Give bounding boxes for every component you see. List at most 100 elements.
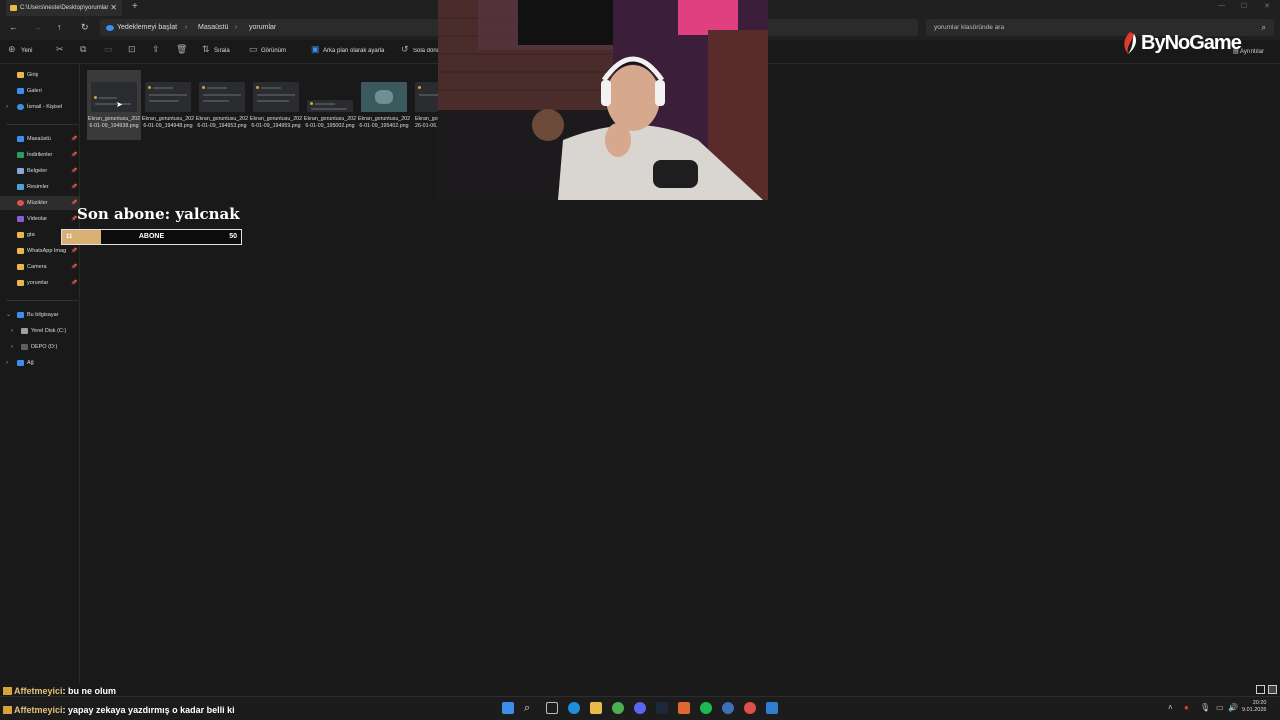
chevron-right-icon[interactable]: › <box>11 324 13 338</box>
cut-icon[interactable]: ✂ <box>56 44 64 55</box>
sidebar-item-documents[interactable]: Belgeler 📌 <box>0 164 80 178</box>
back-button[interactable]: ← <box>9 22 18 32</box>
details-view-button[interactable] <box>1256 685 1265 694</box>
paste-icon[interactable]: ▭ <box>104 44 113 55</box>
sidebar-item-camera[interactable]: Camera 📌 <box>0 260 80 274</box>
chat-badge-icon <box>3 687 12 695</box>
desktop-icon <box>17 136 24 142</box>
sidebar-item-network[interactable]: › Ağ <box>0 356 80 370</box>
sort-button[interactable]: Sırala <box>214 48 230 54</box>
up-button[interactable]: ↑ <box>57 22 62 32</box>
file-name: Ekran_goruntusu_2026-01-09_194948.png <box>141 116 195 129</box>
drive-icon <box>21 344 28 350</box>
rotate-left-button[interactable]: Sola döndür <box>413 48 438 54</box>
tray-volume-icon[interactable]: 🔊 <box>1228 703 1238 712</box>
file-item[interactable]: Ekran_goruntusu_2026-01-09_194959.png <box>249 70 303 140</box>
spotify-icon[interactable] <box>700 702 712 714</box>
task-view-icon[interactable] <box>546 702 558 714</box>
chat-message: Affetmeyici: yapay zekaya yazdırmış o ka… <box>3 705 235 715</box>
sidebar-item-whatsapp[interactable]: WhatsApp Imag 📌 <box>0 244 80 258</box>
new-button[interactable]: Yeni <box>21 48 32 54</box>
folder-icon <box>17 248 24 254</box>
sidebar-item-music[interactable]: Müzikler 📌 <box>0 196 80 210</box>
start-button-icon[interactable] <box>502 702 514 714</box>
music-icon <box>17 200 24 206</box>
delete-icon[interactable]: 🗑 <box>176 44 187 55</box>
sidebar-item-home[interactable]: Giriş <box>0 68 80 82</box>
sidebar-item-drive-d[interactable]: › DEPO (D:) <box>0 340 80 354</box>
cloud-icon <box>17 104 24 110</box>
breadcrumb-separator: › <box>235 24 238 31</box>
app-a-icon[interactable] <box>678 702 690 714</box>
tab-title: C:\Users\neste\Desktop\yorumlar <box>20 5 109 11</box>
taskbar-search-icon[interactable]: ⌕ <box>524 702 536 714</box>
steam-icon[interactable] <box>656 702 668 714</box>
paint-icon[interactable] <box>766 702 778 714</box>
set-background-button[interactable]: Arka plan olarak ayarla <box>323 48 384 54</box>
minimize-button[interactable]: — <box>1218 2 1225 9</box>
sidebar-item-pictures[interactable]: Resimler 📌 <box>0 180 80 194</box>
breadcrumb-desktop[interactable]: Masaüstü <box>198 19 228 36</box>
sidebar-item-gallery[interactable]: Galeri <box>0 84 80 98</box>
breadcrumb-yorumlar[interactable]: yorumlar <box>249 19 276 36</box>
file-item[interactable]: Ekran_goruntusu_2026-01-09_195402.png <box>357 70 411 140</box>
folder-icon <box>10 5 17 11</box>
file-item[interactable]: Ekran_goruntusu_2026-01-09_195002.png <box>303 70 357 140</box>
pin-icon: 📌 <box>71 184 78 190</box>
edge-icon[interactable] <box>568 702 580 714</box>
file-name: Ekran_goruntusu_2026-01-09_194959.png <box>249 116 303 129</box>
file-thumbnail <box>199 82 245 112</box>
sidebar-item-onedrive[interactable]: › İsmail - Kişisel <box>0 100 80 114</box>
goal-label: ABONE <box>138 233 165 240</box>
obs-icon[interactable] <box>744 702 756 714</box>
forward-button[interactable]: → <box>33 22 42 32</box>
chat-username: Affetmeyici <box>14 705 63 715</box>
file-explorer-icon[interactable] <box>590 702 602 714</box>
videos-icon <box>17 216 24 222</box>
close-window-button[interactable]: ✕ <box>1264 2 1270 10</box>
chevron-down-icon[interactable]: ⌄ <box>6 308 11 322</box>
app-settings-icon[interactable] <box>722 702 734 714</box>
new-tab-button[interactable]: + <box>132 1 138 12</box>
pin-icon: 📌 <box>71 152 78 158</box>
maximize-button[interactable]: ☐ <box>1241 2 1247 10</box>
pin-icon: 📌 <box>71 168 78 174</box>
folder-icon <box>17 264 24 270</box>
tab-yorumlar[interactable]: C:\Users\neste\Desktop\yorumlar ✕ <box>6 0 122 16</box>
file-item[interactable]: Ekran_goruntusu_2026-01-06... <box>411 70 438 140</box>
close-tab-icon[interactable]: ✕ <box>110 0 117 16</box>
view-button[interactable]: Görünüm <box>261 48 286 54</box>
file-item[interactable]: Ekran_goruntusu_2026-01-09_194953.png <box>195 70 249 140</box>
sidebar-item-desktop[interactable]: Masaüstü 📌 <box>0 132 80 146</box>
tray-mic-icon[interactable]: 🎙 <box>1200 703 1210 712</box>
taskbar-clock[interactable]: 20:20 9.01.2026 <box>1242 700 1266 714</box>
mouse-cursor-icon: ➤ <box>116 100 123 109</box>
discord-icon[interactable] <box>634 702 646 714</box>
share-icon[interactable]: ⇪ <box>152 44 160 55</box>
breadcrumb-backup[interactable]: Yedeklemeyi başlat <box>117 19 177 36</box>
pin-icon: 📌 <box>71 136 78 142</box>
file-thumbnail <box>91 82 137 112</box>
sidebar-item-this-pc[interactable]: ⌄ Bu bilgisayar <box>0 308 80 322</box>
copy-icon[interactable]: ⧉ <box>80 44 86 55</box>
sidebar-item-videos[interactable]: Videolar 📌 <box>0 212 80 226</box>
chat-username: Affetmeyici <box>14 686 63 696</box>
chevron-right-icon[interactable]: › <box>6 356 8 370</box>
sidebar-item-downloads[interactable]: İndirilenler 📌 <box>0 148 80 162</box>
computer-icon <box>17 312 24 318</box>
file-item[interactable]: Ekran_goruntusu_2026-01-09_194938.png ➤ <box>87 70 141 140</box>
sidebar-item-yorumlar[interactable]: yorumlar 📌 <box>0 276 80 290</box>
chrome-icon[interactable] <box>612 702 624 714</box>
tray-chevron-up-icon[interactable]: ˄ <box>1168 703 1173 712</box>
tray-app-icon[interactable]: ● <box>1184 703 1189 712</box>
tray-monitor-icon[interactable]: ▭ <box>1216 703 1224 712</box>
file-thumbnail <box>253 82 299 112</box>
goal-max: 50 <box>229 233 237 240</box>
large-icons-view-button[interactable] <box>1268 685 1277 694</box>
rename-icon[interactable]: ⊡ <box>128 44 136 55</box>
file-item[interactable]: Ekran_goruntusu_2026-01-09_194948.png <box>141 70 195 140</box>
refresh-button[interactable]: ↻ <box>81 22 89 33</box>
sidebar-item-drive-c[interactable]: › Yerel Disk (C:) <box>0 324 80 338</box>
chevron-right-icon[interactable]: › <box>6 100 8 114</box>
chevron-right-icon[interactable]: › <box>11 340 13 354</box>
